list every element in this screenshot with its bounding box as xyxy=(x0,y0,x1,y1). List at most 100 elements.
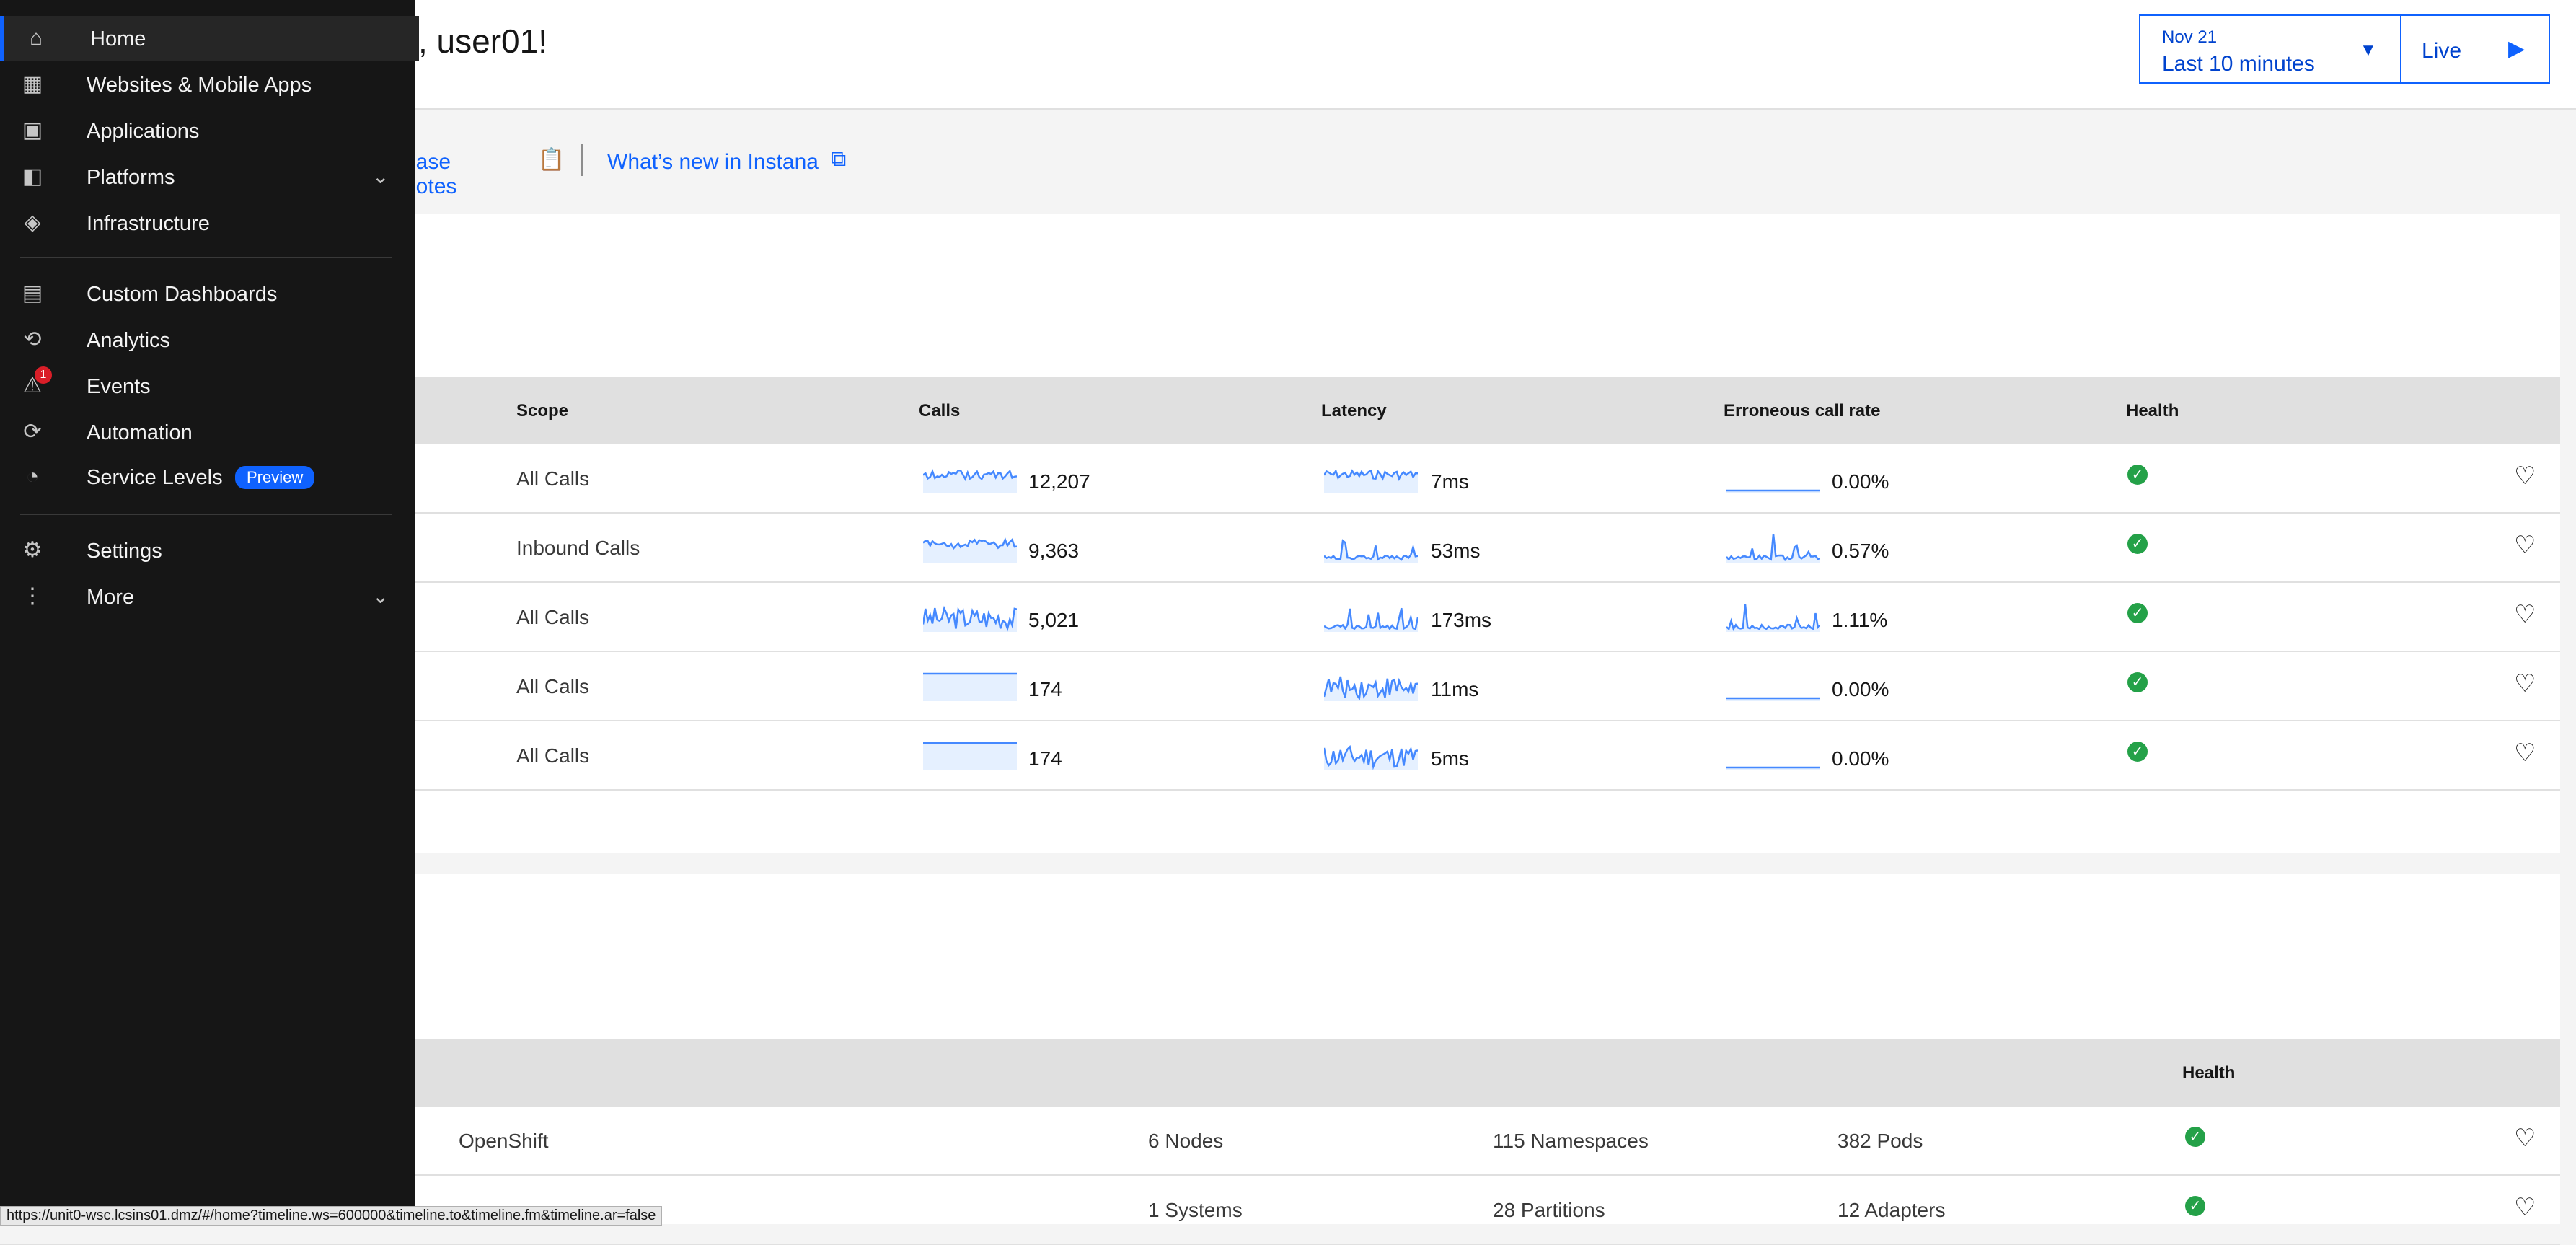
sidebar-item-label: Websites & Mobile Apps xyxy=(87,74,312,97)
calls-sparkline xyxy=(922,462,1018,497)
latency-sparkline xyxy=(1323,739,1419,774)
infra-count-1: 1 Systems xyxy=(1148,1199,1243,1221)
favorite-heart-icon[interactable]: ♡ xyxy=(2514,739,2536,767)
latency-value: 53ms xyxy=(1431,540,1481,562)
calls-value: 9,363 xyxy=(1028,540,1080,562)
favorite-heart-icon[interactable]: ♡ xyxy=(2514,1124,2536,1153)
latency-value: 7ms xyxy=(1431,470,1469,493)
latency-sparkline xyxy=(1323,600,1419,635)
sidebar-item-label: Events xyxy=(87,375,151,398)
sidebar-item-label: Service Levels xyxy=(87,466,223,489)
latency-sparkline xyxy=(1323,531,1419,566)
latency-sparkline xyxy=(1323,669,1419,705)
error-rate-sparkline xyxy=(1726,669,1820,705)
calls-value: 12,207 xyxy=(1028,470,1090,493)
sidebar-item-automation[interactable]: ⟳ Automation xyxy=(0,410,415,454)
col-latency[interactable]: Latency xyxy=(1321,401,1387,421)
sidebar-item-settings[interactable]: ⚙ Settings xyxy=(0,528,415,573)
health-ok-icon: ✓ xyxy=(2127,742,2148,762)
latency-value: 173ms xyxy=(1431,609,1492,631)
events-count-badge: 1 xyxy=(35,366,52,384)
health-ok-icon: ✓ xyxy=(2127,603,2148,623)
favorite-heart-icon[interactable]: ♡ xyxy=(2514,669,2536,698)
play-icon: ▶ xyxy=(2508,37,2526,61)
chevron-down-icon[interactable]: ⌄ xyxy=(372,164,389,188)
col-calls[interactable]: Calls xyxy=(919,401,960,421)
sidebar-item-platforms[interactable]: ◧ Platforms ⌄ xyxy=(0,154,415,199)
calls-sparkline xyxy=(923,739,1017,774)
sidebar-item-more[interactable]: ⋮ More ⌄ xyxy=(0,574,415,619)
col-error-rate[interactable]: Erroneous call rate xyxy=(1724,401,1880,421)
sidebar-item-label: Home xyxy=(90,27,146,50)
favorite-heart-icon[interactable]: ♡ xyxy=(2514,531,2536,560)
infra-type-cell: OpenShift xyxy=(459,1130,549,1152)
error-rate-value: 1.11% xyxy=(1832,609,1888,631)
time-range-label: Last 10 minutes xyxy=(2162,52,2315,76)
favorite-heart-icon[interactable]: ♡ xyxy=(2514,1193,2536,1222)
health-ok-icon: ✓ xyxy=(2127,465,2148,485)
health-ok-icon: ✓ xyxy=(2185,1196,2205,1216)
scope-cell: All Calls xyxy=(516,744,590,767)
home-icon: ⌂ xyxy=(29,26,43,50)
chevron-down-icon[interactable]: ⌄ xyxy=(372,584,389,608)
sidebar-item-events[interactable]: ⚠ 1 Events xyxy=(0,364,415,408)
whats-new-link[interactable]: What’s new in Instana xyxy=(607,150,819,175)
health-ok-icon: ✓ xyxy=(2127,534,2148,554)
col-scope[interactable]: Scope xyxy=(516,401,568,421)
applications-icon: ▣ xyxy=(22,118,43,142)
automation-icon: ⟳ xyxy=(23,420,42,444)
error-rate-value: 0.00% xyxy=(1832,470,1889,493)
error-rate-sparkline xyxy=(1726,462,1820,497)
col-health[interactable]: Health xyxy=(2182,1063,2235,1083)
sidebar-item-label: Applications xyxy=(87,120,200,143)
sidebar-item-service-levels[interactable]: ◔ Service Levels Preview xyxy=(0,454,415,499)
sidebar-item-custom-dashboards[interactable]: ▤ Custom Dashboards xyxy=(0,271,415,316)
time-picker[interactable]: Nov 21 Last 10 minutes ▼ Live ▶ xyxy=(2139,14,2550,84)
scope-cell: All Calls xyxy=(516,675,590,698)
col-health[interactable]: Health xyxy=(2126,401,2179,421)
live-label: Live xyxy=(2422,39,2462,63)
external-link-icon[interactable]: ⧉ xyxy=(831,147,846,172)
error-rate-sparkline xyxy=(1726,531,1821,566)
favorite-heart-icon[interactable]: ♡ xyxy=(2514,462,2536,490)
error-rate-value: 0.00% xyxy=(1832,747,1889,770)
clipboard-icon[interactable]: 📋 xyxy=(538,147,565,172)
sidebar-item-label: Infrastructure xyxy=(87,212,210,235)
health-ok-icon: ✓ xyxy=(2185,1127,2205,1147)
more-icon: ⋮ xyxy=(22,584,43,608)
websites-icon: ▦ xyxy=(22,72,43,96)
time-range-dropdown[interactable]: Nov 21 Last 10 minutes ▼ xyxy=(2140,16,2401,82)
sidebar-item-infrastructure[interactable]: ◈ Infrastructure xyxy=(0,201,415,245)
platforms-icon: ◧ xyxy=(22,164,43,188)
sidebar-item-label: Platforms xyxy=(87,166,175,189)
sidebar-item-label: Settings xyxy=(87,540,162,563)
error-rate-value: 0.57% xyxy=(1832,540,1889,562)
links-divider xyxy=(581,144,583,176)
scope-cell: All Calls xyxy=(516,606,590,628)
live-button[interactable]: Live ▶ xyxy=(2400,16,2549,82)
infra-count-3: 382 Pods xyxy=(1838,1130,1923,1152)
sidebar-item-label: Analytics xyxy=(87,329,171,352)
sidebar-item-label: Custom Dashboards xyxy=(87,283,278,306)
sidebar-item-analytics[interactable]: ⟲ Analytics xyxy=(0,317,415,362)
scope-cell: Inbound Calls xyxy=(516,537,640,559)
dashboard-icon: ▤ xyxy=(22,281,43,305)
health-ok-icon: ✓ xyxy=(2127,672,2148,692)
sidebar-divider xyxy=(20,257,392,258)
error-rate-value: 0.00% xyxy=(1832,678,1889,700)
time-range-date: Nov 21 xyxy=(2162,27,2218,47)
sidebar-item-home[interactable]: ⌂ Home xyxy=(0,16,419,61)
service-levels-icon: ◔ xyxy=(25,465,40,488)
latency-sparkline xyxy=(1323,462,1418,497)
sidebar-item-websites-mobile-apps[interactable]: ▦ Websites & Mobile Apps xyxy=(0,62,415,107)
infra-count-2: 28 Partitions xyxy=(1493,1199,1605,1221)
error-rate-sparkline xyxy=(1726,600,1821,635)
calls-value: 5,021 xyxy=(1028,609,1080,631)
preview-badge: Preview xyxy=(235,466,315,489)
sidebar-item-applications[interactable]: ▣ Applications xyxy=(0,108,415,153)
calls-value: 174 xyxy=(1028,678,1062,700)
error-rate-sparkline xyxy=(1726,739,1820,774)
favorite-heart-icon[interactable]: ♡ xyxy=(2514,600,2536,629)
scope-cell: All Calls xyxy=(516,467,590,490)
sidebar-nav: ⌂ Home ▦ Websites & Mobile Apps ▣ Application… xyxy=(0,0,419,1224)
